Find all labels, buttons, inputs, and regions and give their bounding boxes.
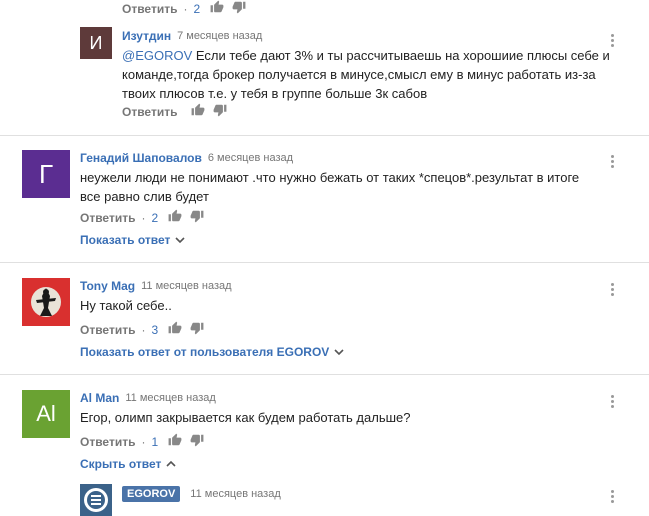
like-count: 1 — [151, 434, 159, 449]
thumbs-up-icon[interactable] — [168, 209, 182, 226]
timestamp[interactable]: 6 месяцев назад — [208, 152, 293, 164]
thumbs-up-icon[interactable] — [210, 0, 224, 17]
thumbs-up-icon[interactable] — [191, 103, 205, 120]
samurai-logo-icon — [31, 287, 61, 317]
hide-replies-button[interactable]: Скрыть ответ — [80, 457, 176, 471]
divider — [0, 135, 649, 136]
author-name[interactable]: Al Man — [80, 391, 119, 405]
avatar[interactable]: Al — [22, 390, 70, 438]
chevron-down-icon — [175, 233, 185, 247]
comment-text: Ну такой себе.. — [80, 298, 172, 313]
show-replies-button[interactable]: Показать ответ от пользователя EGOROV — [80, 345, 344, 359]
thumbs-down-icon[interactable] — [190, 209, 204, 226]
avatar[interactable] — [22, 278, 70, 326]
separator-dot: · — [141, 322, 146, 337]
avatar[interactable]: И — [80, 27, 112, 59]
comment-actions: Ответить — [122, 103, 227, 120]
comment-header: Tony Mag 11 месяцев назад — [80, 279, 232, 293]
author-name[interactable]: Tony Mag — [80, 279, 135, 293]
comment-header: EGOROV 11 месяцев назад — [122, 486, 281, 502]
thumbs-down-icon[interactable] — [190, 321, 204, 338]
chevron-down-icon — [334, 345, 344, 359]
separator-dot: · — [183, 1, 188, 16]
separator-dot: · — [141, 210, 146, 225]
more-options-icon[interactable] — [610, 155, 614, 168]
timestamp[interactable]: 11 месяцев назад — [141, 280, 231, 292]
author-name[interactable]: Изутдин — [122, 29, 171, 43]
reply-button[interactable]: Ответить — [80, 323, 135, 337]
thumbs-down-icon[interactable] — [213, 103, 227, 120]
like-count: 2 — [151, 210, 159, 225]
comment-actions: Ответить · 3 — [80, 321, 204, 338]
more-options-icon[interactable] — [610, 395, 614, 408]
mention-link[interactable]: @EGOROV — [122, 48, 192, 63]
reply-button[interactable]: Ответить — [122, 2, 177, 16]
reply-button[interactable]: Ответить — [122, 105, 177, 119]
avatar[interactable]: Г — [22, 150, 70, 198]
channel-logo-icon — [84, 488, 108, 512]
thumbs-down-icon[interactable] — [232, 0, 246, 17]
reply-button[interactable]: Ответить — [80, 435, 135, 449]
author-name[interactable]: Генадий Шаповалов — [80, 151, 202, 165]
reply-button[interactable]: Ответить — [80, 211, 135, 225]
like-count: 2 — [193, 1, 201, 16]
comment-text: @EGOROV Если тебе дают 3% и ты рассчитыв… — [122, 48, 610, 101]
more-options-icon[interactable] — [610, 283, 614, 296]
divider — [0, 262, 649, 263]
comment-actions: Ответить · 2 — [80, 209, 204, 226]
comment-header: Изутдин 7 месяцев назад — [122, 29, 262, 43]
channel-owner-badge[interactable]: EGOROV — [122, 486, 181, 502]
separator-dot: · — [141, 434, 146, 449]
comment-text: Егор, олимп закрывается как будем работа… — [80, 410, 411, 425]
comment-actions: Ответить · 2 — [122, 0, 246, 17]
show-replies-button[interactable]: Показать ответ — [80, 233, 185, 247]
comment-header: Al Man 11 месяцев назад — [80, 391, 216, 405]
chevron-up-icon — [166, 457, 176, 471]
timestamp[interactable]: 11 месяцев назад — [125, 392, 215, 404]
thumbs-down-icon[interactable] — [190, 433, 204, 450]
timestamp[interactable]: 7 месяцев назад — [177, 30, 262, 42]
divider — [0, 374, 649, 375]
comment-header: Генадий Шаповалов 6 месяцев назад — [80, 151, 293, 165]
timestamp[interactable]: 11 месяцев назад — [190, 488, 280, 500]
avatar[interactable] — [80, 484, 112, 516]
thumbs-up-icon[interactable] — [168, 321, 182, 338]
more-options-icon[interactable] — [610, 490, 614, 503]
comment-actions: Ответить · 1 — [80, 433, 204, 450]
like-count: 3 — [151, 322, 159, 337]
thumbs-up-icon[interactable] — [168, 433, 182, 450]
comment-text: неужели люди не понимают .что нужно бежа… — [80, 170, 580, 204]
